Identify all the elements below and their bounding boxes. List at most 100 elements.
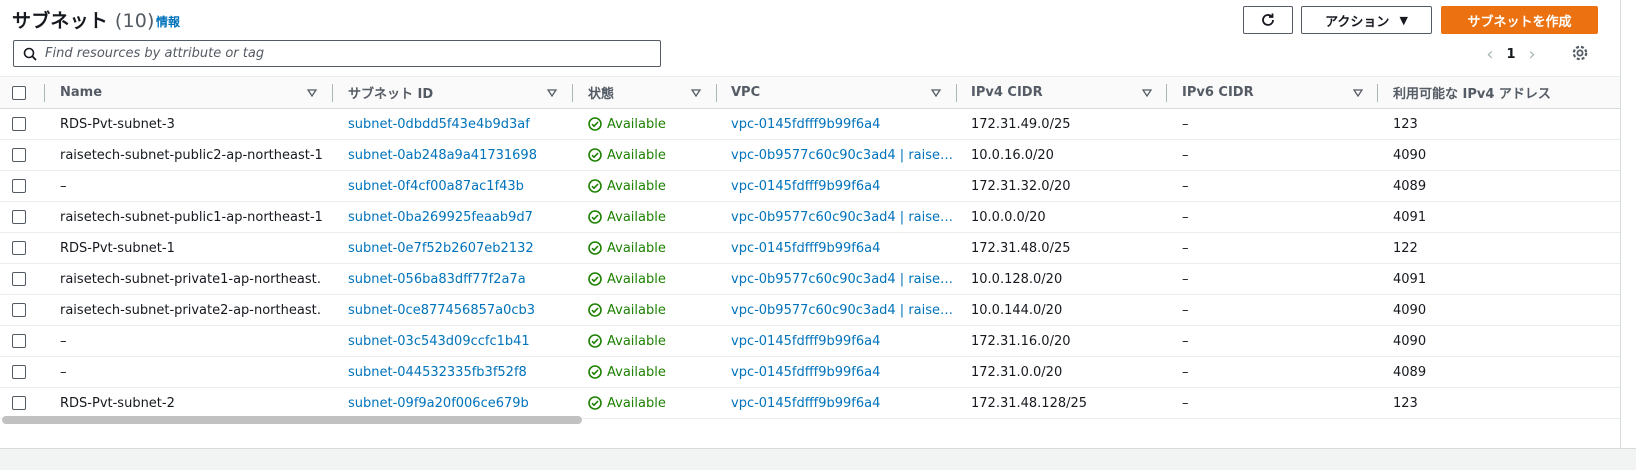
cell-vpc[interactable]: vpc-0145fdfff9b99f6a4 bbox=[731, 357, 880, 387]
sort-icon[interactable] bbox=[1353, 77, 1363, 108]
cell-subnet-id[interactable]: subnet-044532335fb3f52f8 bbox=[348, 357, 527, 387]
search-placeholder: Find resources by attribute or tag bbox=[45, 46, 265, 61]
row-checkbox[interactable] bbox=[12, 241, 26, 255]
select-all-checkbox[interactable] bbox=[12, 85, 26, 100]
cell-subnet-id[interactable]: subnet-0f4cf00a87ac1f43b bbox=[348, 171, 524, 201]
cell-status: Available bbox=[588, 109, 666, 139]
column-divider[interactable] bbox=[1166, 84, 1167, 102]
table-row[interactable]: RDS-Pvt-subnet-2 subnet-09f9a20f006ce679… bbox=[0, 388, 1620, 419]
cell-available-ipv4: 4091 bbox=[1393, 271, 1427, 287]
column-divider[interactable] bbox=[332, 84, 333, 102]
cell-name: RDS-Pvt-subnet-1 bbox=[60, 240, 175, 256]
sort-icon[interactable] bbox=[307, 77, 317, 108]
title-text: サブネット bbox=[12, 10, 109, 32]
column-header-ipv4-cidr[interactable]: IPv4 CIDR bbox=[971, 77, 1043, 108]
column-divider[interactable] bbox=[572, 84, 573, 102]
row-checkbox-cell[interactable] bbox=[12, 357, 26, 387]
table-row[interactable]: – subnet-0f4cf00a87ac1f43b Available vpc… bbox=[0, 171, 1620, 202]
column-header-available-ipv4[interactable]: 利用可能な IPv4 アドレス bbox=[1393, 77, 1551, 108]
cell-ipv6-cidr: – bbox=[1182, 147, 1189, 163]
row-checkbox[interactable] bbox=[12, 210, 26, 224]
table-row[interactable]: raisetech-subnet-public1-ap-northeast-1a… bbox=[0, 202, 1620, 233]
cell-subnet-id[interactable]: subnet-0e7f52b2607eb2132 bbox=[348, 233, 534, 263]
sort-icon[interactable] bbox=[1142, 77, 1152, 108]
refresh-button[interactable] bbox=[1243, 6, 1293, 34]
row-checkbox[interactable] bbox=[12, 272, 26, 286]
cell-subnet-id[interactable]: subnet-056ba83dff77f2a7a bbox=[348, 264, 526, 294]
cell-vpc[interactable]: vpc-0b9577c60c90c3ad4 | raise… bbox=[731, 295, 953, 325]
column-divider[interactable] bbox=[956, 84, 957, 102]
row-checkbox-cell[interactable] bbox=[12, 295, 26, 325]
create-subnet-button[interactable]: サブネットを作成 bbox=[1441, 6, 1598, 34]
chevron-left-icon[interactable]: ‹ bbox=[1480, 44, 1500, 65]
row-checkbox-cell[interactable] bbox=[12, 171, 26, 201]
table-row[interactable]: – subnet-044532335fb3f52f8 Available vpc… bbox=[0, 357, 1620, 388]
row-checkbox-cell[interactable] bbox=[12, 140, 26, 170]
row-checkbox-cell[interactable] bbox=[12, 388, 26, 418]
cell-name: – bbox=[60, 333, 67, 349]
cell-status: Available bbox=[588, 140, 666, 170]
column-header-status[interactable]: 状態 bbox=[588, 77, 614, 108]
column-divider[interactable] bbox=[1377, 84, 1378, 102]
page-number[interactable]: 1 bbox=[1500, 47, 1522, 62]
table-row[interactable]: raisetech-subnet-private2-ap-northeast… … bbox=[0, 295, 1620, 326]
cell-subnet-id[interactable]: subnet-0ba269925feaab9d7 bbox=[348, 202, 533, 232]
row-checkbox[interactable] bbox=[12, 179, 26, 193]
column-header-ipv6-cidr[interactable]: IPv6 CIDR bbox=[1182, 77, 1254, 108]
cell-name: raisetech-subnet-public1-ap-northeast-1a bbox=[60, 209, 322, 225]
info-link[interactable]: 情報 bbox=[156, 13, 180, 30]
cell-subnet-id[interactable]: subnet-09f9a20f006ce679b bbox=[348, 388, 529, 418]
row-checkbox-cell[interactable] bbox=[12, 233, 26, 263]
row-checkbox[interactable] bbox=[12, 148, 26, 162]
cell-vpc[interactable]: vpc-0b9577c60c90c3ad4 | raise… bbox=[731, 202, 953, 232]
actions-button[interactable]: アクション ▼ bbox=[1301, 6, 1432, 34]
cell-status: Available bbox=[588, 171, 666, 201]
sort-icon[interactable] bbox=[931, 77, 941, 108]
row-checkbox-cell[interactable] bbox=[12, 326, 26, 356]
cell-available-ipv4: 4089 bbox=[1393, 364, 1427, 380]
cell-subnet-id[interactable]: subnet-0dbdd5f43e4b9d3af bbox=[348, 109, 530, 139]
sort-icon[interactable] bbox=[691, 77, 701, 108]
table-row[interactable]: – subnet-03c543d09ccfc1b41 Available vpc… bbox=[0, 326, 1620, 357]
row-checkbox[interactable] bbox=[12, 396, 26, 410]
cell-vpc[interactable]: vpc-0145fdfff9b99f6a4 bbox=[731, 233, 880, 263]
column-header-name[interactable]: Name bbox=[60, 77, 102, 108]
row-checkbox[interactable] bbox=[12, 334, 26, 348]
sort-icon[interactable] bbox=[547, 77, 557, 108]
table-row[interactable]: RDS-Pvt-subnet-1 subnet-0e7f52b2607eb213… bbox=[0, 233, 1620, 264]
table-row[interactable]: raisetech-subnet-public2-ap-northeast-1c… bbox=[0, 140, 1620, 171]
cell-vpc[interactable]: vpc-0b9577c60c90c3ad4 | raise… bbox=[731, 140, 953, 170]
select-all-checkbox-cell[interactable] bbox=[12, 77, 26, 108]
cell-vpc[interactable]: vpc-0b9577c60c90c3ad4 | raise… bbox=[731, 264, 953, 294]
table-row[interactable]: raisetech-subnet-private1-ap-northeast… … bbox=[0, 264, 1620, 295]
cell-subnet-id[interactable]: subnet-0ab248a9a41731698 bbox=[348, 140, 537, 170]
cell-ipv4-cidr: 10.0.144.0/20 bbox=[971, 302, 1063, 318]
row-checkbox-cell[interactable] bbox=[12, 264, 26, 294]
table-row[interactable]: RDS-Pvt-subnet-3 subnet-0dbdd5f43e4b9d3a… bbox=[0, 109, 1620, 140]
cell-subnet-id[interactable]: subnet-0ce877456857a0cb3 bbox=[348, 295, 535, 325]
column-divider bbox=[44, 84, 45, 102]
row-checkbox-cell[interactable] bbox=[12, 109, 26, 139]
cell-ipv4-cidr: 172.31.0.0/20 bbox=[971, 364, 1063, 380]
row-checkbox-cell[interactable] bbox=[12, 202, 26, 232]
horizontal-scrollbar[interactable] bbox=[2, 416, 582, 424]
cell-vpc[interactable]: vpc-0145fdfff9b99f6a4 bbox=[731, 326, 880, 356]
row-checkbox[interactable] bbox=[12, 365, 26, 379]
search-input[interactable]: Find resources by attribute or tag bbox=[13, 40, 661, 67]
column-header-vpc[interactable]: VPC bbox=[731, 77, 760, 108]
column-divider[interactable] bbox=[716, 84, 717, 102]
status-ok-icon bbox=[588, 117, 602, 131]
gear-icon[interactable] bbox=[1571, 44, 1589, 62]
cell-vpc[interactable]: vpc-0145fdfff9b99f6a4 bbox=[731, 388, 880, 418]
cell-vpc[interactable]: vpc-0145fdfff9b99f6a4 bbox=[731, 109, 880, 139]
chevron-right-icon[interactable]: › bbox=[1522, 44, 1542, 65]
cell-subnet-id[interactable]: subnet-03c543d09ccfc1b41 bbox=[348, 326, 530, 356]
cell-ipv6-cidr: – bbox=[1182, 178, 1189, 194]
row-checkbox[interactable] bbox=[12, 117, 26, 131]
column-header-subnet-id[interactable]: サブネット ID bbox=[348, 77, 433, 108]
row-checkbox[interactable] bbox=[12, 303, 26, 317]
cell-available-ipv4: 4090 bbox=[1393, 333, 1427, 349]
status-text: Available bbox=[607, 364, 666, 380]
cell-vpc[interactable]: vpc-0145fdfff9b99f6a4 bbox=[731, 171, 880, 201]
subnets-panel: サブネット (10) 情報 アクション ▼ サブネットを作成 Find reso… bbox=[0, 0, 1621, 448]
